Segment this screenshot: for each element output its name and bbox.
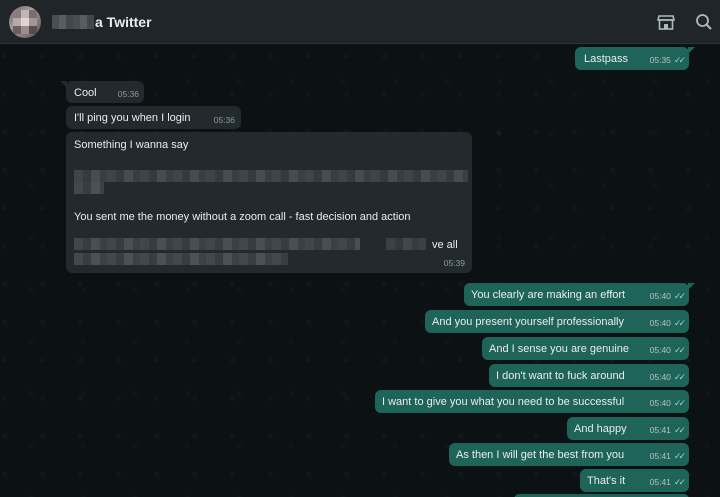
shop-icon[interactable] <box>656 12 676 32</box>
bubble-tail <box>60 81 67 88</box>
message-outgoing[interactable]: You clearly are making an effort 05:40 ✓✓ <box>464 283 695 306</box>
message-incoming[interactable]: Something I wanna say You sent me the mo… <box>66 132 472 273</box>
search-icon[interactable] <box>694 12 714 32</box>
message-time-text: 05:40 <box>649 291 671 301</box>
read-ticks-icon: ✓✓ <box>673 451 686 461</box>
message-time-text: 05:40 <box>649 345 671 355</box>
read-ticks-icon: ✓✓ <box>673 345 686 355</box>
message-outgoing[interactable]: I don't want to fuck around 05:40 ✓✓ <box>489 364 689 387</box>
message-outgoing[interactable]: And I sense you are genuine 05:40 ✓✓ <box>482 337 689 360</box>
bubble-tail <box>688 283 695 290</box>
message-time-text: 05:35 <box>649 55 671 65</box>
message-time-text: 05:40 <box>649 398 671 408</box>
avatar[interactable] <box>9 6 41 38</box>
message-text: And I sense you are genuine <box>489 343 630 355</box>
message-time: 05:36 <box>213 115 235 125</box>
message-incoming[interactable]: I'll ping you when I login 05:36 <box>66 106 241 129</box>
message-text: As then I will get the best from you <box>456 449 625 461</box>
redacted-text <box>74 170 468 182</box>
message-time: 05:41 ✓✓ <box>649 475 686 489</box>
message-time-text: 05:41 <box>649 451 671 461</box>
bubble-tail <box>688 47 695 54</box>
redacted-text <box>74 253 288 265</box>
message-text: That's it <box>587 475 626 487</box>
chat-header: a Twitter <box>0 0 720 44</box>
message-outgoing[interactable]: Lastpass 05:35 ✓✓ <box>575 47 695 70</box>
message-time: 05:40 ✓✓ <box>649 396 686 410</box>
message-time: 05:40 ✓✓ <box>649 343 686 357</box>
message-text: I'll ping you when I login <box>74 112 191 124</box>
message-time: 05:40 ✓✓ <box>649 289 686 303</box>
contact-name[interactable]: a Twitter <box>52 13 152 31</box>
message-incoming[interactable]: Cool 05:36 <box>60 81 144 103</box>
message-text: You sent me the money without a zoom cal… <box>74 211 411 223</box>
message-time-text: 05:40 <box>649 318 671 328</box>
message-time-text: 05:41 <box>649 425 671 435</box>
message-text: Something I wanna say <box>74 139 189 151</box>
message-time: 05:35 ✓✓ <box>649 53 686 67</box>
redacted-name <box>52 15 94 29</box>
message-time-text: 05:41 <box>649 477 671 487</box>
redacted-text <box>74 182 104 194</box>
message-time: 05:41 ✓✓ <box>649 449 686 463</box>
read-ticks-icon: ✓✓ <box>673 425 686 435</box>
message-text: Lastpass <box>584 53 629 65</box>
message-text: Cool <box>74 87 97 99</box>
message-time: 05:40 ✓✓ <box>649 370 686 384</box>
redacted-text <box>386 238 426 250</box>
read-ticks-icon: ✓✓ <box>673 318 686 328</box>
message-text: And happy <box>574 423 627 435</box>
read-ticks-icon: ✓✓ <box>673 55 686 65</box>
message-outgoing[interactable]: As then I will get the best from you 05:… <box>449 443 689 466</box>
read-ticks-icon: ✓✓ <box>673 477 686 487</box>
contact-name-text: a Twitter <box>95 14 152 30</box>
message-text: ve all <box>432 239 458 251</box>
read-ticks-icon: ✓✓ <box>673 398 686 408</box>
read-ticks-icon: ✓✓ <box>673 291 686 301</box>
read-ticks-icon: ✓✓ <box>673 372 686 382</box>
message-list[interactable]: Lastpass 05:35 ✓✓ Cool 05:36 I'll ping yo… <box>0 45 720 497</box>
message-outgoing[interactable]: And you present yourself professionally … <box>425 310 689 333</box>
message-time-text: 05:40 <box>649 372 671 382</box>
message-outgoing[interactable]: And happy 05:41 ✓✓ <box>567 417 689 440</box>
message-text: You clearly are making an effort <box>471 289 626 301</box>
message-time: 05:36 <box>117 89 139 99</box>
message-text: I want to give you what you need to be s… <box>382 396 625 408</box>
message-outgoing[interactable]: I want to give you what you need to be s… <box>375 390 689 413</box>
message-time: 05:39 <box>443 258 465 268</box>
message-text: And you present yourself professionally <box>432 316 624 328</box>
message-time: 05:40 ✓✓ <box>649 316 686 330</box>
redacted-text <box>74 238 360 250</box>
message-time: 05:41 ✓✓ <box>649 423 686 437</box>
message-text: I don't want to fuck around <box>496 370 625 382</box>
message-outgoing[interactable]: That's it 05:41 ✓✓ <box>580 469 689 492</box>
